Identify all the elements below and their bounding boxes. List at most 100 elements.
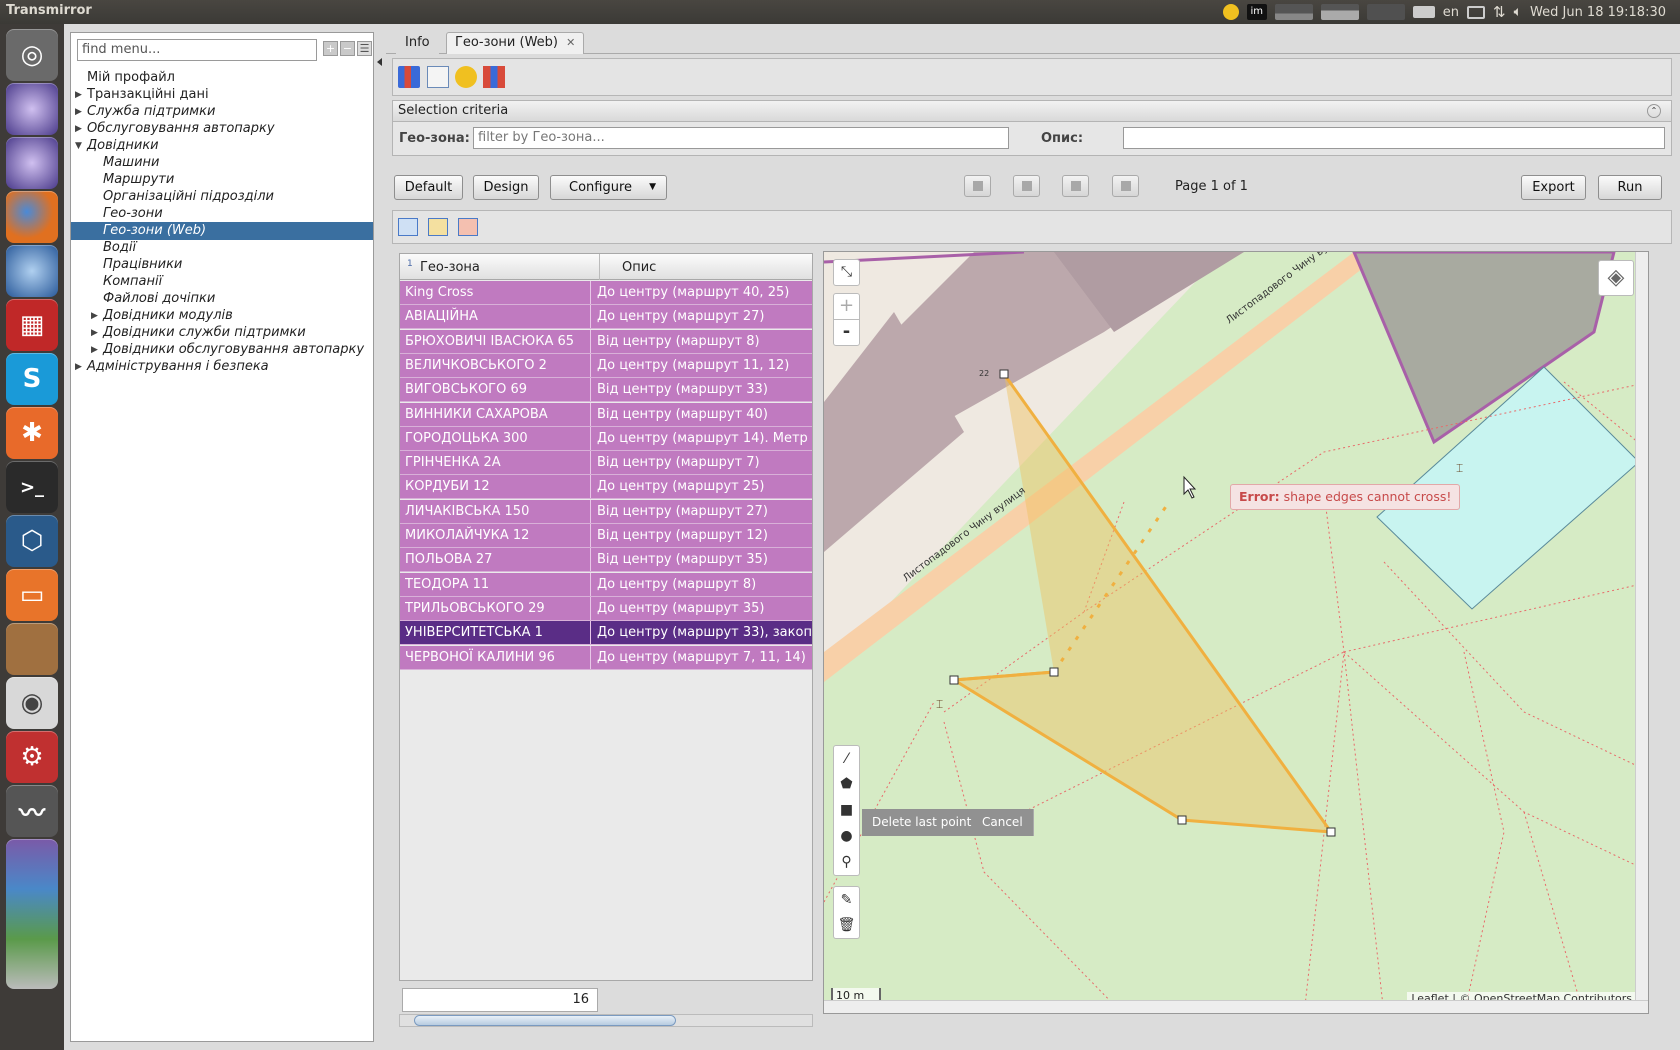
- collapsed-arrow-icon[interactable]: ▶: [91, 341, 98, 359]
- menu-item[interactable]: Гео-зони (Web): [71, 222, 373, 240]
- menu-item[interactable]: ▶ Довідники обслуговування автопарку: [71, 341, 373, 359]
- menu-item[interactable]: Водії: [71, 239, 373, 257]
- add-row-icon[interactable]: [398, 218, 418, 236]
- files-icon[interactable]: ▭: [6, 569, 58, 621]
- table-row[interactable]: ВЕЛИЧКОВСЬКОГО 2 До центру (маршрут 11, 1…: [400, 353, 812, 378]
- collapsed-arrow-icon[interactable]: ▶: [91, 324, 98, 342]
- tab-geo-zones-web[interactable]: Гео-зони (Web) ✕: [446, 32, 585, 54]
- find-menu-input[interactable]: find menu...: [77, 39, 317, 61]
- table-row[interactable]: МИКОЛАЙЧУКА 12 Від центру (маршрут 12): [400, 524, 812, 548]
- table-row[interactable]: King Cross До центру (маршрут 40, 25): [400, 281, 812, 305]
- mail-icon[interactable]: [1467, 5, 1486, 19]
- collapse-all-icon[interactable]: −: [340, 41, 355, 56]
- network-graph-icon[interactable]: [1366, 4, 1405, 20]
- delete-last-point-button[interactable]: Delete last point: [862, 809, 983, 836]
- speaker-icon[interactable]: ◉: [6, 677, 58, 729]
- collapse-criteria-icon[interactable]: ⌃: [1647, 104, 1661, 118]
- table-row[interactable]: ТРИЛЬОВСЬКОГО 29 До центру (маршрут 35): [400, 596, 812, 621]
- draw-polyline-icon[interactable]: ⁄: [833, 745, 860, 772]
- tab-info[interactable]: Info: [396, 32, 439, 54]
- clock[interactable]: Wed Jun 18 19:18:30: [1530, 5, 1666, 20]
- menu-item[interactable]: Файлові дочіпки: [71, 290, 373, 308]
- layers-icon[interactable]: ◈: [1598, 260, 1634, 296]
- cancel-draw-button[interactable]: Cancel: [972, 809, 1034, 836]
- keyboard-layout[interactable]: en: [1443, 5, 1459, 20]
- ubuntu-dash-icon[interactable]: ◎: [6, 29, 58, 81]
- map-vertical-scrollbar[interactable]: [1635, 252, 1648, 1002]
- table-row[interactable]: БРЮХОВИЧІ ІВАСЮКА 65 Від центру (маршрут …: [400, 329, 812, 354]
- collapsed-arrow-icon[interactable]: ▶: [75, 120, 82, 138]
- menu-item[interactable]: Організаційні підрозділи: [71, 188, 373, 206]
- terminal-icon[interactable]: >_: [6, 461, 58, 513]
- menu-item[interactable]: Машини: [71, 154, 373, 172]
- expanded-arrow-icon[interactable]: ▼: [75, 137, 82, 155]
- collapsed-arrow-icon[interactable]: ▶: [91, 307, 98, 325]
- acorn-icon[interactable]: [6, 623, 58, 675]
- network-arrows-icon[interactable]: ⇅: [1493, 3, 1506, 21]
- table-row[interactable]: ГОРОДОЦЬКА 300 До центру (маршрут 14). Ме…: [400, 426, 812, 451]
- app-red-icon[interactable]: ▦: [6, 299, 58, 351]
- skype-icon[interactable]: S: [6, 353, 58, 405]
- menu-item[interactable]: Гео-зони: [71, 205, 373, 223]
- menu-item[interactable]: ▼ Довідники: [71, 137, 373, 155]
- delete-row-icon[interactable]: [458, 218, 478, 236]
- first-page-button[interactable]: [964, 175, 991, 197]
- notification-icon[interactable]: [1222, 4, 1239, 20]
- menu-item[interactable]: Працівники: [71, 256, 373, 274]
- map-canvas[interactable]: Листопадового Чину вулиця Листопадового …: [824, 252, 1649, 1014]
- stacked-apps-icon[interactable]: [6, 839, 58, 989]
- draw-rectangle-icon[interactable]: ■: [833, 797, 860, 824]
- collapse-left-icon[interactable]: [377, 58, 382, 66]
- thunderbird-icon[interactable]: [6, 245, 58, 297]
- description-filter-input[interactable]: [1123, 127, 1665, 149]
- add-record-icon[interactable]: [427, 66, 449, 88]
- settings-icon[interactable]: ⚙: [6, 731, 58, 783]
- menu-item[interactable]: ▶ Довідники модулів: [71, 307, 373, 325]
- table-row[interactable]: ГРІНЧЕНКА 2А Від центру (маршрут 7): [400, 451, 812, 476]
- table-row[interactable]: ЛИЧАКІВСЬКА 150 Від центру (маршрут 27): [400, 499, 812, 524]
- table-row[interactable]: АВІАЦІЙНА До центру (маршрут 27): [400, 305, 812, 330]
- table-row[interactable]: ВИГОВСЬКОГО 69 Від центру (маршрут 33): [400, 378, 812, 403]
- table-row[interactable]: ЧЕРВОНОЇ КАЛИНИ 96 До центру (маршрут 7, …: [400, 645, 812, 670]
- configure-dropdown[interactable]: Configure ▼: [550, 175, 667, 200]
- design-button[interactable]: Design: [473, 175, 539, 200]
- scrollbar-thumb[interactable]: [414, 1015, 676, 1026]
- menu-item[interactable]: ▶ Служба підтримки: [71, 103, 373, 121]
- column-header-geo-zone[interactable]: 1 Гео-зона: [400, 254, 600, 280]
- last-page-button[interactable]: [1112, 175, 1139, 197]
- keyboard-icon[interactable]: [1412, 6, 1435, 18]
- menu-item[interactable]: Мій профайл: [71, 69, 373, 87]
- table-row[interactable]: ВИННИКИ САХАРОВА Від центру (маршрут 40): [400, 402, 812, 427]
- zoom-out-button[interactable]: -: [833, 319, 860, 346]
- menu-item[interactable]: Маршрути: [71, 171, 373, 189]
- table-row[interactable]: УНІВЕРСИТЕТСЬКА 1 До центру (маршрут 33),…: [400, 621, 812, 646]
- cpu-graph-icon[interactable]: [1274, 4, 1313, 20]
- menu-item[interactable]: ▶ Обслуговування автопарку: [71, 120, 373, 138]
- horizontal-scrollbar[interactable]: [399, 1014, 813, 1027]
- draw-polygon-icon[interactable]: ⬟: [833, 771, 860, 798]
- eclipse-icon[interactable]: [6, 137, 58, 189]
- next-page-button[interactable]: [1062, 175, 1089, 197]
- menu-item[interactable]: ▶ Адміністрування і безпека: [71, 358, 373, 376]
- menu-item[interactable]: Компанії: [71, 273, 373, 291]
- firefox-icon[interactable]: [6, 191, 58, 243]
- virtualbox-icon[interactable]: ⬡: [6, 515, 58, 567]
- menu-item[interactable]: ▶ Довідники служби підтримки: [71, 324, 373, 342]
- memory-graph-icon[interactable]: [1320, 4, 1359, 20]
- add-category-icon[interactable]: [455, 66, 477, 88]
- close-tab-icon[interactable]: ✕: [566, 36, 575, 49]
- chart-icon[interactable]: [483, 66, 505, 88]
- table-row[interactable]: ПОЛЬОВА 27 Від центру (маршрут 35): [400, 548, 812, 573]
- collapsed-arrow-icon[interactable]: ▶: [75, 86, 82, 104]
- volume-icon[interactable]: 🔈︎: [1514, 4, 1522, 20]
- draw-circle-icon[interactable]: ●: [833, 823, 860, 850]
- run-button[interactable]: Run: [1598, 175, 1662, 200]
- panel-splitter[interactable]: [374, 24, 386, 1050]
- map-view[interactable]: Листопадового Чину вулиця Листопадового …: [823, 251, 1649, 1014]
- xmind-icon[interactable]: ✱: [6, 407, 58, 459]
- system-monitor-icon[interactable]: 〰: [6, 785, 58, 837]
- edit-layers-icon[interactable]: ✎: [833, 886, 860, 913]
- delete-layers-icon[interactable]: 🗑︎: [833, 912, 860, 939]
- table-row[interactable]: ТЕОДОРА 11 До центру (маршрут 8): [400, 572, 812, 597]
- collapse-map-icon[interactable]: ⤡: [833, 259, 860, 286]
